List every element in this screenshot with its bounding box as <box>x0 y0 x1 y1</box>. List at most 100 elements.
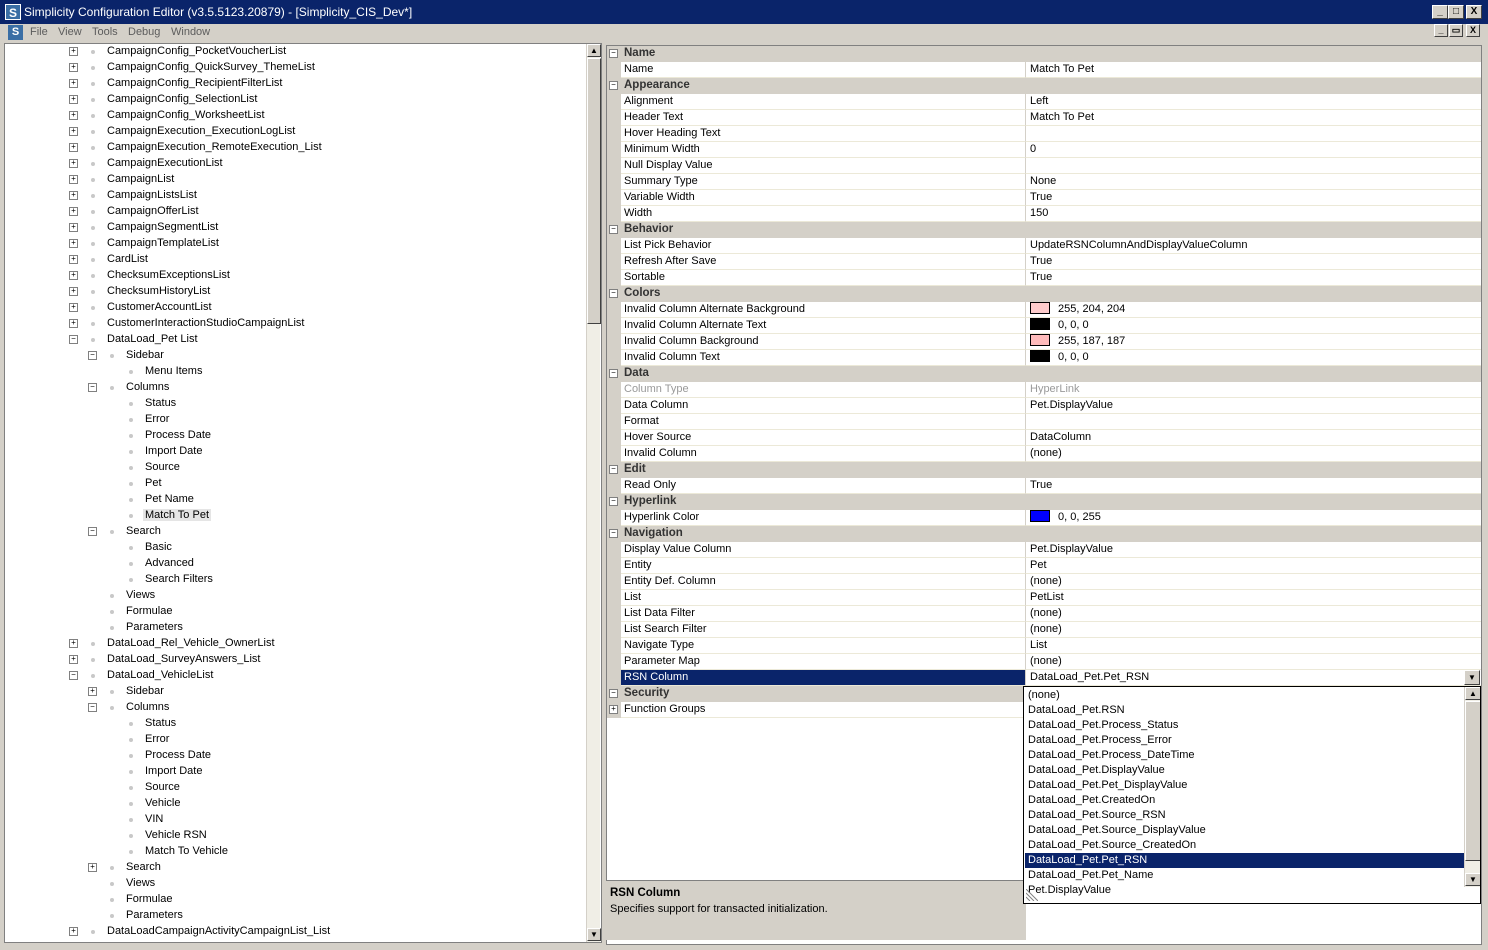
dropdown-scrollbar[interactable]: ▲ ▼ <box>1464 687 1480 887</box>
tree-item[interactable]: Pet <box>5 476 583 492</box>
tree-item[interactable]: Match To Pet <box>5 508 583 524</box>
scroll-thumb[interactable] <box>587 58 601 324</box>
tree-item[interactable]: + CampaignListsList <box>5 188 583 204</box>
property-row[interactable]: Data Column Pet.DisplayValue <box>607 398 1481 414</box>
expand-icon[interactable]: + <box>69 303 78 312</box>
property-value[interactable]: True <box>1026 270 1481 286</box>
property-value[interactable]: Left <box>1026 94 1481 110</box>
property-value[interactable]: 150 <box>1026 206 1481 222</box>
minimize-button[interactable]: _ <box>1432 5 1448 19</box>
dropdown-option[interactable]: DataLoad_Pet.Pet_RSN <box>1025 853 1464 868</box>
property-name[interactable]: Format <box>621 414 1026 430</box>
tree-item[interactable]: + DataLoad_SurveyAnswers_List <box>5 652 583 668</box>
expand-icon[interactable]: + <box>69 319 78 328</box>
tree-item[interactable]: − Sidebar <box>5 348 583 364</box>
dropdown-option[interactable]: DataLoad_Pet.Source_CreatedOn <box>1025 838 1464 853</box>
dropdown-scroll-down-button[interactable]: ▼ <box>1465 873 1480 886</box>
property-row[interactable]: RSN Column DataLoad_Pet.Pet_RSN <box>607 670 1481 686</box>
menu-view[interactable]: View <box>58 26 82 38</box>
tree-item[interactable]: Error <box>5 412 583 428</box>
tree-item[interactable]: Parameters <box>5 908 583 924</box>
tree-item[interactable]: Menu Items <box>5 364 583 380</box>
property-category[interactable]: − Navigation <box>607 526 1481 542</box>
property-value[interactable]: 0, 0, 255 <box>1026 510 1481 526</box>
scroll-down-button[interactable]: ▼ <box>587 928 601 941</box>
menu-file[interactable]: File <box>30 26 48 38</box>
tree-item[interactable]: + CampaignExecutionList <box>5 156 583 172</box>
tree-item[interactable]: Process Date <box>5 748 583 764</box>
collapse-icon[interactable]: − <box>69 671 78 680</box>
property-name[interactable]: Invalid Column Alternate Text <box>621 318 1026 334</box>
tree-item[interactable]: − Columns <box>5 700 583 716</box>
tree-item[interactable]: + CampaignOfferList <box>5 204 583 220</box>
expand-icon[interactable]: + <box>69 63 78 72</box>
property-row[interactable]: Invalid Column Alternate Background 255, … <box>607 302 1481 318</box>
property-value[interactable]: None <box>1026 174 1481 190</box>
property-row[interactable]: List Pick Behavior UpdateRSNColumnAndDisp… <box>607 238 1481 254</box>
collapse-icon[interactable]: − <box>609 289 618 298</box>
tree-item[interactable]: + CampaignConfig_SelectionList <box>5 92 583 108</box>
property-category[interactable]: − Behavior <box>607 222 1481 238</box>
property-row[interactable]: Minimum Width 0 <box>607 142 1481 158</box>
property-value[interactable] <box>1026 126 1481 142</box>
property-name[interactable]: Null Display Value <box>621 158 1026 174</box>
property-row[interactable]: Invalid Column Background 255, 187, 187 <box>607 334 1481 350</box>
property-category[interactable]: − Colors <box>607 286 1481 302</box>
tree-item[interactable]: Views <box>5 588 583 604</box>
menu-debug[interactable]: Debug <box>128 26 160 38</box>
dropdown-option[interactable]: (none) <box>1025 688 1464 703</box>
property-row[interactable]: Parameter Map (none) <box>607 654 1481 670</box>
tree-item[interactable]: + Search <box>5 860 583 876</box>
property-name[interactable]: Sortable <box>621 270 1026 286</box>
property-value[interactable]: (none) <box>1026 622 1481 638</box>
collapse-icon[interactable]: − <box>69 335 78 344</box>
tree-item[interactable]: Basic <box>5 540 583 556</box>
tree-item[interactable]: + CustomerInteractionStudioCampaignList <box>5 316 583 332</box>
property-name[interactable]: RSN Column <box>621 670 1026 686</box>
property-row[interactable]: Invalid Column Text 0, 0, 0 <box>607 350 1481 366</box>
expand-icon[interactable]: + <box>69 175 78 184</box>
dropdown-option[interactable]: DataLoad_Pet.RSN <box>1025 703 1464 718</box>
tree-item[interactable]: + CardList <box>5 252 583 268</box>
property-category[interactable]: − Name <box>607 46 1481 62</box>
property-value[interactable]: List <box>1026 638 1481 654</box>
tree-item[interactable]: + CampaignExecution_RemoteExecution_List <box>5 140 583 156</box>
property-name[interactable]: Width <box>621 206 1026 222</box>
property-value[interactable]: True <box>1026 254 1481 270</box>
collapse-icon[interactable]: − <box>609 689 618 698</box>
property-name[interactable]: List Pick Behavior <box>621 238 1026 254</box>
rsn-column-dropdown-list[interactable]: Pet.DisplayValue DataLoad_Pet.Pet_Name Dat… <box>1023 686 1481 904</box>
expand-icon[interactable]: + <box>69 191 78 200</box>
property-value[interactable]: (none) <box>1026 606 1481 622</box>
dropdown-option[interactable]: DataLoad_Pet.Source_RSN <box>1025 808 1464 823</box>
property-row[interactable]: Name Match To Pet <box>607 62 1481 78</box>
tree-view[interactable]: ▲ ▼ + CampaignConfig_PocketVoucherList + Ca… <box>4 43 602 943</box>
tree-item[interactable]: + CampaignSegmentList <box>5 220 583 236</box>
expand-icon[interactable]: + <box>69 47 78 56</box>
tree-item[interactable]: Search Filters <box>5 572 583 588</box>
property-row[interactable]: List Search Filter (none) <box>607 622 1481 638</box>
property-name[interactable]: Read Only <box>621 478 1026 494</box>
expand-icon[interactable]: + <box>69 127 78 136</box>
property-name[interactable]: Entity Def. Column <box>621 574 1026 590</box>
tree-item[interactable]: − Search <box>5 524 583 540</box>
tree-scrollbar[interactable]: ▲ ▼ <box>586 44 601 942</box>
expand-icon[interactable]: + <box>69 143 78 152</box>
property-row[interactable]: List Data Filter (none) <box>607 606 1481 622</box>
tree-item[interactable]: Import Date <box>5 764 583 780</box>
property-name[interactable]: List Data Filter <box>621 606 1026 622</box>
mdi-restore-button[interactable]: ▭ <box>1449 24 1463 37</box>
property-name[interactable]: Minimum Width <box>621 142 1026 158</box>
tree-item[interactable]: Views <box>5 876 583 892</box>
property-name[interactable]: Hover Heading Text <box>621 126 1026 142</box>
property-row[interactable]: Variable Width True <box>607 190 1481 206</box>
property-value[interactable]: Pet.DisplayValue <box>1026 542 1481 558</box>
tree-item[interactable]: + ChecksumHistoryList <box>5 284 583 300</box>
resize-grip-icon[interactable] <box>1026 889 1038 901</box>
property-value[interactable]: Match To Pet <box>1026 110 1481 126</box>
property-value[interactable]: Pet.DisplayValue <box>1026 398 1481 414</box>
property-row[interactable]: Sortable True <box>607 270 1481 286</box>
expand-icon[interactable]: + <box>69 159 78 168</box>
tree-item[interactable]: Status <box>5 396 583 412</box>
tree-item[interactable]: + CampaignTemplateList <box>5 236 583 252</box>
